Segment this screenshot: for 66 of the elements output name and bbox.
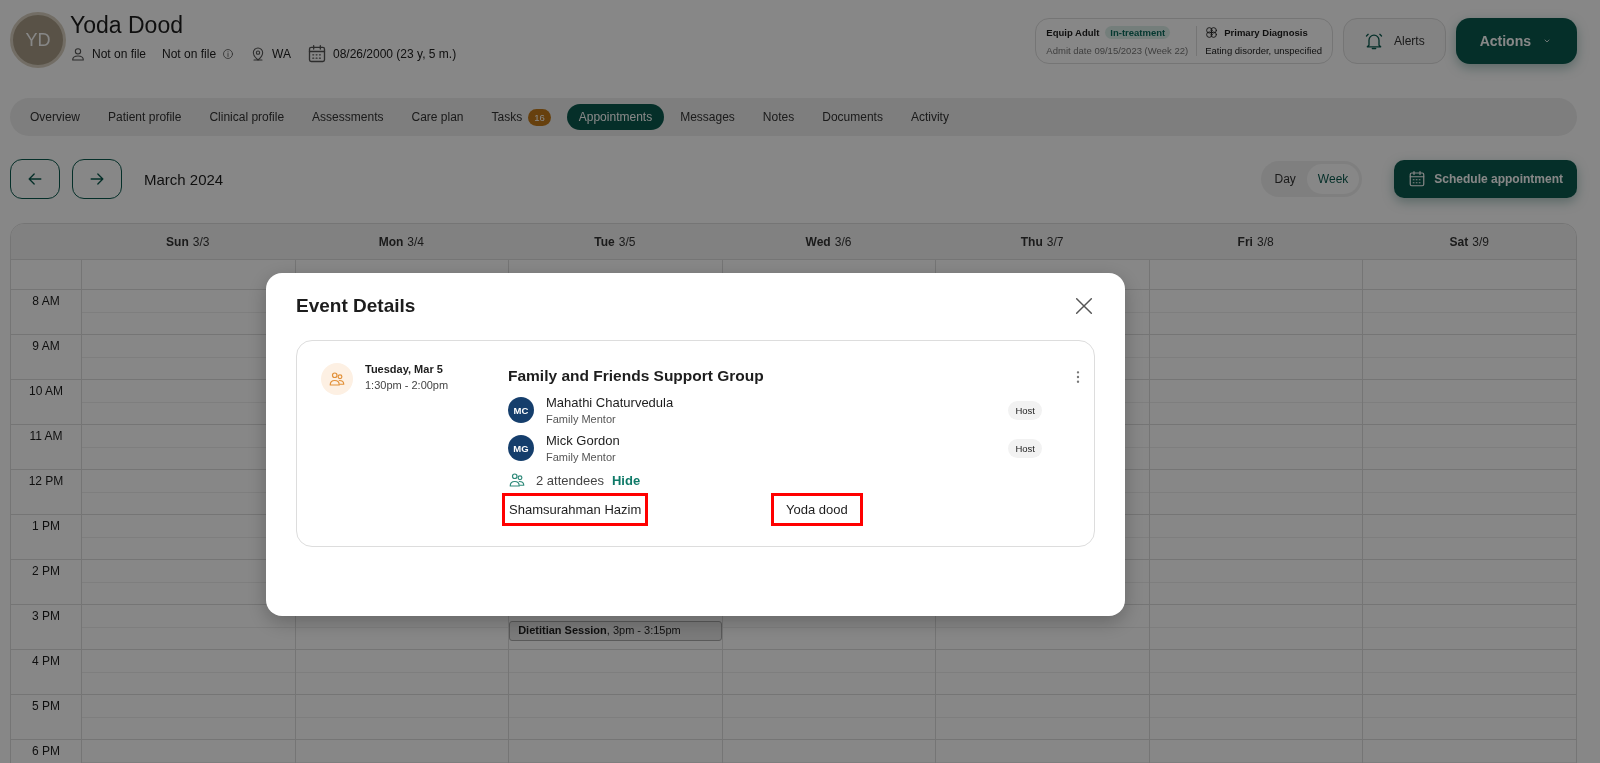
program-name: Equip Adult [1046,27,1100,38]
event-time: 1:30pm - 2:00pm [365,379,450,391]
view-option[interactable]: Week [1306,164,1360,194]
tab[interactable]: Overview [18,104,92,130]
calendar-cell[interactable] [81,605,295,650]
patient-name: Yoda Dood [70,12,184,38]
tab[interactable]: Notes [750,104,807,130]
patient-detail: Not on file [92,47,147,61]
calendar-icon [1408,170,1427,188]
diagnosis-text: Eating disorder, unspecified [1205,45,1322,56]
host-avatar: MG [508,435,534,461]
person-icon [70,46,86,62]
patient-detail: Not on file [162,47,217,61]
previous-button[interactable] [10,159,60,199]
host-role: Family Mentor [546,451,617,463]
tab[interactable]: Messages [668,104,747,130]
tab[interactable]: Appointments [566,104,665,130]
view-option[interactable]: Day [1263,164,1307,194]
admit-date: Admit date 09/15/2023 (Week 22) [1046,45,1189,56]
people-icon [328,370,346,388]
diagnosis-icon [1205,26,1219,39]
day-header: Thu 3/7 [935,224,1149,260]
tab[interactable]: Patient profile [96,104,194,130]
host-tag: Host [1008,400,1042,420]
schedule-appointment-button[interactable]: Schedule appointment [1394,160,1577,198]
info-icon [222,48,235,60]
patient-avatar: YD [10,12,66,68]
close-button[interactable] [1073,295,1095,317]
tab[interactable]: Care plan [399,104,476,130]
alerts-button[interactable]: Alerts [1342,18,1446,64]
day-header: Sat 3/9 [1362,224,1576,260]
day-header: Tue 3/5 [508,224,722,260]
host-name: Mahathi Chaturvedula [546,395,675,410]
host-name: Mick Gordon [546,433,621,448]
patient-detail: 08/26/2000 (23 y, 5 m.) [332,47,457,61]
calendar-icon [306,44,327,64]
month-title: March 2024 [144,170,224,188]
host-avatar: MC [508,397,534,423]
attendee-name: Shamsurahman Hazim [502,493,649,526]
patient-detail: WA [272,47,291,61]
event-title: Family and Friends Support Group [508,367,765,385]
diagnosis-label: Primary Diagnosis [1224,27,1308,38]
next-button[interactable] [72,159,122,199]
appointment-event[interactable]: Dietitian Session, 3pm - 3:15pm [509,621,722,641]
hide-link[interactable]: Hide [611,472,641,488]
bell-icon [1363,31,1384,51]
tab[interactable]: Documents [810,104,895,130]
actions-button[interactable]: Actions [1455,18,1577,64]
tab[interactable]: Activity [898,104,961,130]
host-tag: Host [1008,438,1042,458]
day-header: Sun 3/3 [81,224,295,260]
tab[interactable]: Clinical profile [197,104,297,130]
people-icon [508,471,526,489]
day-header: Mon 3/4 [294,224,509,260]
event-date: Tuesday, Mar 5 [365,363,444,375]
tab[interactable]: Assessments [300,104,396,130]
attendee-name: Yoda dood [771,493,863,526]
host-role: Family Mentor [546,413,617,425]
day-header: Fri 3/8 [1148,224,1363,260]
count-badge: 16 [528,108,551,126]
attendee-count: 2 attendees [536,472,604,488]
tab[interactable]: Tasks 16 [479,102,563,132]
dialog-title: Event Details [296,295,416,317]
status-badge: In-treatment [1105,26,1171,39]
day-header: Wed 3/6 [721,224,936,260]
close-icon [1073,295,1095,317]
